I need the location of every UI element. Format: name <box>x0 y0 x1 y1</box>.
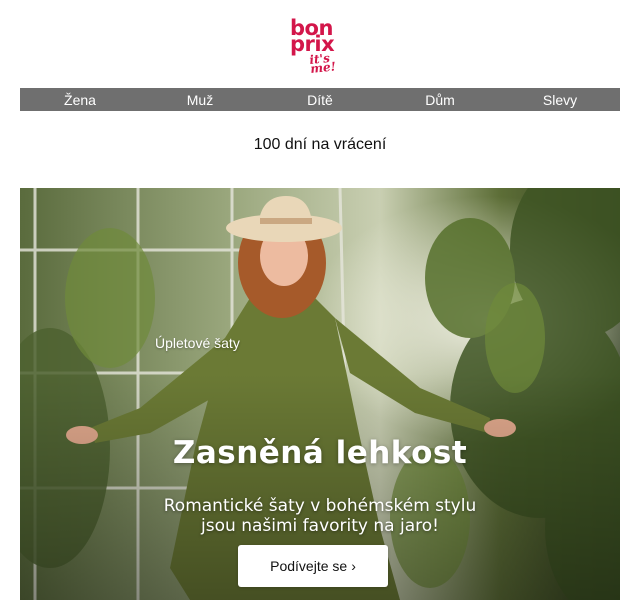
hero-subtitle-line-1: Romantické šaty v bohémském stylu <box>163 496 477 516</box>
bonprix-logo[interactable]: bon prix it's me! <box>290 17 360 80</box>
cta-button[interactable]: Podívejte se › <box>238 545 388 587</box>
nav-item-muz[interactable]: Muž <box>140 92 260 108</box>
hero-title: Zasněná lehkost <box>172 435 468 471</box>
returns-banner: 100 dní na vrácení <box>253 136 387 153</box>
email-page: bon prix it's me! Žena Muž Dítě Dům Slev… <box>0 0 640 600</box>
hero-banner[interactable]: Úpletové šaty Zasněná lehkost Romantické… <box>20 188 620 600</box>
category-nav: Žena Muž Dítě Dům Slevy <box>20 88 620 111</box>
cta-label: Podívejte se <box>270 558 348 574</box>
logo-tagline: it's me! <box>308 50 337 77</box>
nav-item-dite[interactable]: Dítě <box>260 92 380 108</box>
hero-subtitle-line-2: jsou našimi favority na jaro! <box>201 516 439 536</box>
nav-item-slevy[interactable]: Slevy <box>500 92 620 108</box>
nav-item-dum[interactable]: Dům <box>380 92 500 108</box>
nav-item-zena[interactable]: Žena <box>20 92 140 108</box>
chevron-right-icon: › <box>351 558 356 574</box>
hero-image <box>20 188 620 600</box>
hero-eyebrow: Úpletové šaty <box>155 335 240 351</box>
hero-subtitle: Romantické šaty v bohémském stylu jsou n… <box>20 496 620 536</box>
